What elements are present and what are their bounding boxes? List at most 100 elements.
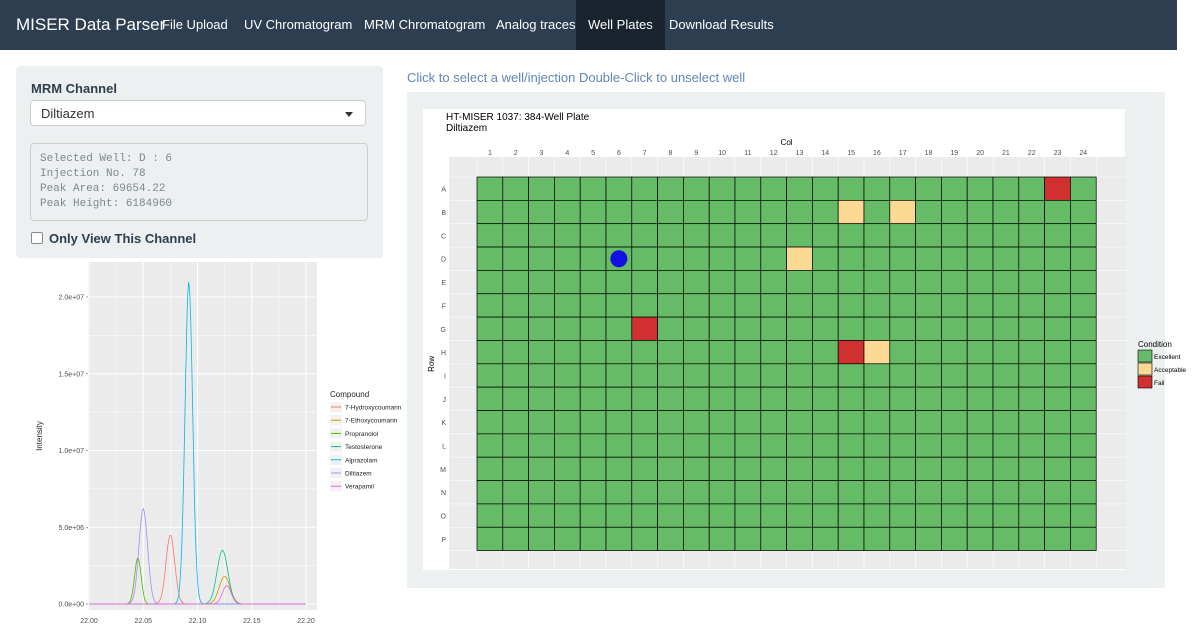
well-cell[interactable] xyxy=(476,340,504,365)
well-cell[interactable] xyxy=(734,270,762,295)
tab-mrm-chromatogram[interactable]: MRM Chromatogram xyxy=(352,0,497,50)
well-cell[interactable] xyxy=(683,246,710,271)
well-cell[interactable] xyxy=(708,176,736,201)
well-cell[interactable] xyxy=(966,526,994,551)
well-cell[interactable] xyxy=(966,386,994,411)
well-cell[interactable] xyxy=(631,223,658,248)
well-cell[interactable] xyxy=(992,199,1020,225)
well-cell[interactable] xyxy=(915,340,942,365)
well-cell[interactable] xyxy=(631,176,658,201)
well-cell[interactable] xyxy=(1044,199,1071,225)
well-cell[interactable] xyxy=(1044,223,1071,248)
well-cell[interactable] xyxy=(915,480,942,505)
well-cell[interactable] xyxy=(837,293,865,318)
well-cell[interactable] xyxy=(915,363,942,388)
well-cell[interactable] xyxy=(966,503,994,528)
well-cell[interactable] xyxy=(786,456,813,481)
well-cell[interactable] xyxy=(966,456,994,481)
well-cell[interactable] xyxy=(605,503,633,528)
well-cell[interactable] xyxy=(889,176,916,201)
well-cell[interactable] xyxy=(631,293,658,318)
well-cell[interactable] xyxy=(708,456,736,481)
well-cell[interactable] xyxy=(528,503,555,528)
well-cell[interactable] xyxy=(837,503,865,528)
well-cell[interactable] xyxy=(863,526,891,551)
well-cell[interactable] xyxy=(760,433,787,458)
well-cell[interactable] xyxy=(786,199,813,225)
well-cell[interactable] xyxy=(966,270,994,295)
well-cell[interactable] xyxy=(476,363,504,388)
well-cell[interactable] xyxy=(476,176,504,201)
well-cell[interactable] xyxy=(812,199,839,225)
well-cell[interactable] xyxy=(837,176,865,201)
well-cell[interactable] xyxy=(502,316,529,341)
well-cell[interactable] xyxy=(1018,293,1045,318)
well-cell[interactable] xyxy=(941,386,968,411)
well-cell[interactable] xyxy=(631,340,658,365)
well-cell[interactable] xyxy=(941,456,968,481)
well-cell[interactable] xyxy=(734,526,762,551)
well-cell[interactable] xyxy=(554,433,581,458)
well-cell[interactable] xyxy=(476,246,504,271)
well-cell[interactable] xyxy=(941,410,968,435)
well-cell[interactable] xyxy=(554,176,581,201)
well-cell[interactable] xyxy=(657,340,684,365)
well-cell[interactable] xyxy=(502,176,529,201)
well-cell[interactable] xyxy=(941,526,968,551)
well-cell[interactable] xyxy=(1044,526,1071,551)
well-cell[interactable] xyxy=(966,176,994,201)
well-cell[interactable] xyxy=(1044,503,1071,528)
well-cell[interactable] xyxy=(683,363,710,388)
well-cell[interactable] xyxy=(708,386,736,411)
well-cell[interactable] xyxy=(683,456,710,481)
well-cell[interactable] xyxy=(1018,246,1045,271)
well-cell[interactable] xyxy=(760,223,787,248)
well-cell[interactable] xyxy=(657,223,684,248)
well-cell[interactable] xyxy=(528,199,555,225)
well-cell[interactable] xyxy=(708,246,736,271)
well-cell[interactable] xyxy=(889,386,916,411)
well-cell[interactable] xyxy=(889,223,916,248)
well-cell[interactable] xyxy=(992,456,1020,481)
well-cell[interactable] xyxy=(863,293,891,318)
well-cell[interactable] xyxy=(915,410,942,435)
well-cell[interactable] xyxy=(889,456,916,481)
well-cell[interactable] xyxy=(1044,246,1071,271)
well-cell[interactable] xyxy=(863,480,891,505)
well-cell[interactable] xyxy=(915,293,942,318)
well-cell[interactable] xyxy=(992,480,1020,505)
mrm-channel-select[interactable]: Diltiazem xyxy=(30,100,366,126)
well-cell[interactable] xyxy=(863,433,891,458)
well-cell[interactable] xyxy=(863,410,891,435)
well-cell[interactable] xyxy=(760,246,787,271)
well-cell[interactable] xyxy=(528,480,555,505)
well-cell[interactable] xyxy=(812,386,839,411)
well-cell[interactable] xyxy=(889,246,916,271)
well-cell[interactable] xyxy=(605,363,633,388)
only-view-channel-checkbox[interactable] xyxy=(31,232,43,244)
well-cell[interactable] xyxy=(760,340,787,365)
well-cell[interactable] xyxy=(941,480,968,505)
well-cell[interactable] xyxy=(1018,340,1045,365)
well-cell[interactable] xyxy=(605,410,633,435)
well-cell[interactable] xyxy=(605,316,633,341)
tab-download-results[interactable]: Download Results xyxy=(657,0,786,50)
well-cell[interactable] xyxy=(502,386,529,411)
well-cell[interactable] xyxy=(992,316,1020,341)
well-cell[interactable] xyxy=(786,316,813,341)
well-cell[interactable] xyxy=(579,410,607,435)
well-cell[interactable] xyxy=(631,246,658,271)
well-cell[interactable] xyxy=(605,223,633,248)
well-cell[interactable] xyxy=(605,293,633,318)
well-cell[interactable] xyxy=(786,293,813,318)
well-cell[interactable] xyxy=(837,410,865,435)
well-cell[interactable] xyxy=(605,176,633,201)
well-cell[interactable] xyxy=(760,199,787,225)
well-cell[interactable] xyxy=(1070,456,1097,481)
well-cell[interactable] xyxy=(734,386,762,411)
well-cell[interactable] xyxy=(579,503,607,528)
well-cell[interactable] xyxy=(837,480,865,505)
well-cell[interactable] xyxy=(708,363,736,388)
well-cell[interactable] xyxy=(476,270,504,295)
well-cell[interactable] xyxy=(605,526,633,551)
